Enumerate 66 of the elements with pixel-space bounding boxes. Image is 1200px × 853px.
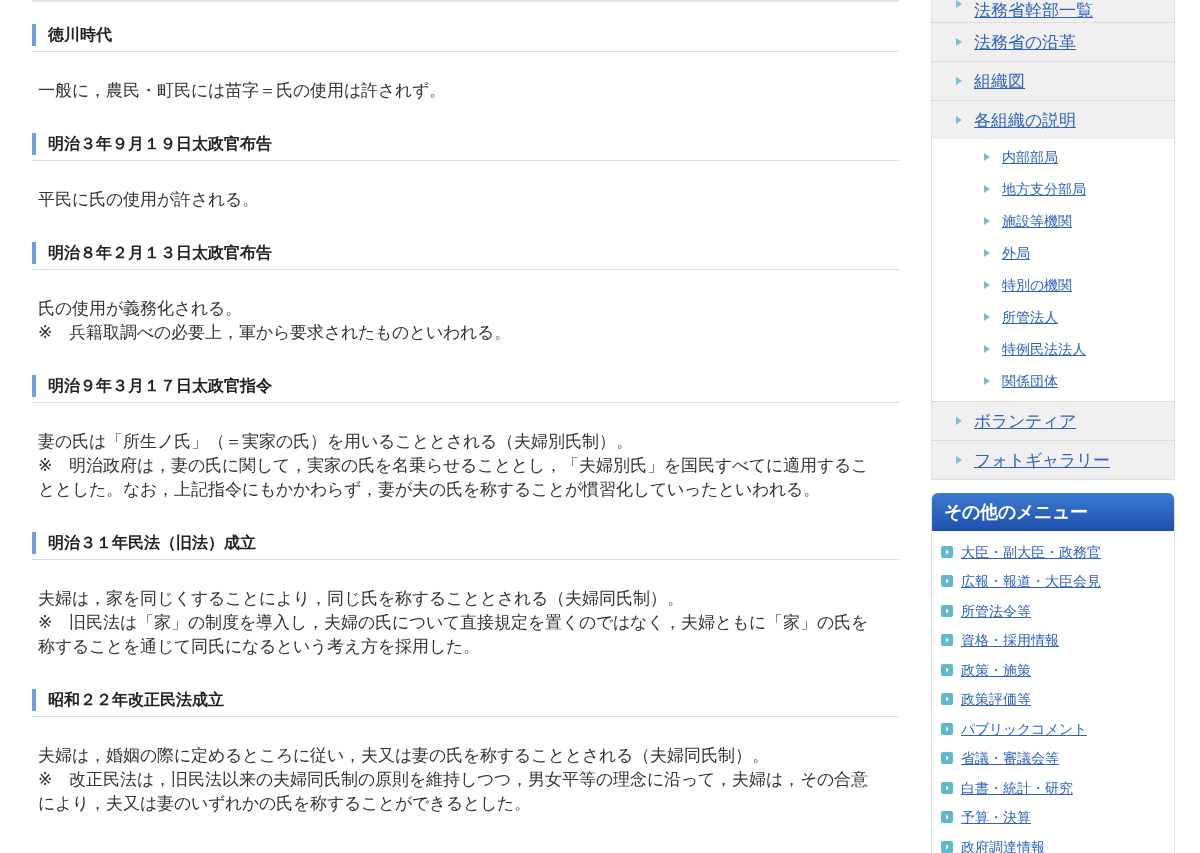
sidebar-sublink[interactable]: 地方支分部局 — [1002, 180, 1086, 198]
menu-link[interactable]: 政策・施策 — [961, 660, 1031, 679]
menu-link[interactable]: 白書・統計・研究 — [961, 778, 1073, 797]
arrow-square-icon — [941, 575, 953, 588]
arrow-square-icon — [941, 545, 953, 558]
triangle-icon — [956, 456, 962, 464]
menu-link[interactable]: 省議・審議会等 — [961, 749, 1059, 768]
menu-link[interactable]: 政府調達情報 — [961, 837, 1045, 853]
sidebar-link[interactable]: 組織図 — [974, 71, 1025, 91]
section-heading: 徳川時代 — [32, 20, 899, 52]
triangle-icon — [984, 153, 990, 161]
menu-link[interactable]: 資格・採用情報 — [961, 631, 1059, 650]
paragraph: 平民に氏の使用が許される。 — [38, 188, 260, 211]
arrow-square-icon — [941, 752, 953, 765]
sidebar-link[interactable]: 各組織の説明 — [974, 110, 1076, 130]
triangle-icon — [956, 116, 962, 124]
section-heading: 明治３年９月１９日太政官布告 — [32, 129, 899, 161]
triangle-icon — [956, 0, 962, 8]
triangle-icon — [956, 38, 962, 46]
paragraph: ※ 旧民法は「家」の制度を導入し，夫婦の氏について直接規定を置くのではなく，夫婦ともに「家」の氏を称することを通じて同氏になるという考え方を採用した。 — [38, 611, 870, 658]
paragraph: 一般に，農民・町民には苗字＝氏の使用は許されず。 — [38, 79, 447, 102]
arrow-square-icon — [941, 693, 953, 706]
menu-link[interactable]: 大臣・副大臣・政務官 — [961, 542, 1101, 561]
menu-header: その他のメニュー — [932, 493, 1174, 531]
section-heading: 明治３１年民法（旧法）成立 — [32, 528, 899, 560]
triangle-icon — [984, 217, 990, 225]
sidebar-link[interactable]: 法務省の沿革 — [974, 32, 1076, 52]
paragraph: 夫婦は，家を同じくすることにより，同じ氏を称することとされる（夫婦同氏制）。 — [38, 587, 685, 610]
arrow-square-icon — [941, 604, 953, 617]
paragraph: 夫婦は，婚姻の際に定めるところに従い，夫又は妻の氏を称することとされる（夫婦同氏制）。 — [38, 744, 770, 767]
menu-link[interactable]: 広報・報道・大臣会見 — [961, 572, 1101, 591]
triangle-icon — [984, 185, 990, 193]
triangle-icon — [984, 377, 990, 385]
menu-link[interactable]: 政策評価等 — [961, 690, 1031, 709]
sidebar-link[interactable]: ボランティア — [974, 411, 1076, 431]
triangle-icon — [984, 313, 990, 321]
sidebar-sublink[interactable]: 特例民法法人 — [1002, 340, 1086, 358]
menu-link[interactable]: パブリックコメント — [961, 719, 1087, 738]
menu-link[interactable]: 所管法令等 — [961, 601, 1031, 620]
arrow-square-icon — [941, 722, 953, 735]
sidebar-sublink[interactable]: 外局 — [1002, 244, 1030, 262]
paragraph: ※ 改正民法は，旧民法以来の夫婦同氏制の原則を維持しつつ，男女平等の理念に沿って，夫婦は，その合意により，夫又は妻のいずれかの氏を称することができるとした。 — [38, 768, 870, 815]
triangle-icon — [984, 345, 990, 353]
triangle-icon — [984, 249, 990, 257]
triangle-icon — [956, 77, 962, 85]
menu-link[interactable]: 予算・決算 — [961, 808, 1031, 827]
arrow-square-icon — [941, 663, 953, 676]
section-heading: 昭和２２年改正民法成立 — [32, 685, 899, 717]
paragraph: 氏の使用が義務化される。 — [38, 297, 243, 320]
arrow-square-icon — [941, 634, 953, 647]
sidebar-link[interactable]: 法務省幹部一覧 — [974, 0, 1093, 20]
sidebar-link[interactable]: フォトギャラリー — [974, 450, 1110, 470]
sidebar-sublink[interactable]: 施設等機関 — [1002, 212, 1072, 230]
arrow-square-icon — [941, 811, 953, 824]
section-heading: 明治９年３月１７日太政官指令 — [32, 371, 899, 403]
triangle-icon — [984, 281, 990, 289]
paragraph: ※ 明治政府は，妻の氏に関して，実家の氏を名乗らせることとし，「夫婦別氏」を国民すべてに適用することとした。なお，上記指令にもかかわらず，妻が夫の氏を称することが慣習化していったといわれる。 — [38, 454, 870, 501]
sidebar-sublink[interactable]: 特別の機関 — [1002, 276, 1072, 294]
paragraph: 妻の氏は「所生ノ氏」（＝実家の氏）を用いることとされる（夫婦別氏制）。 — [38, 430, 634, 453]
section-heading: 明治８年２月１３日太政官布告 — [32, 238, 899, 270]
paragraph: ※ 兵籍取調べの必要上，軍から要求されたものといわれる。 — [38, 321, 513, 344]
sidebar-sublink[interactable]: 所管法人 — [1002, 308, 1058, 326]
sidebar-sublink[interactable]: 関係団体 — [1002, 372, 1058, 390]
arrow-square-icon — [941, 781, 953, 794]
sidebar-sublink[interactable]: 内部部局 — [1002, 148, 1058, 166]
triangle-icon — [956, 417, 962, 425]
